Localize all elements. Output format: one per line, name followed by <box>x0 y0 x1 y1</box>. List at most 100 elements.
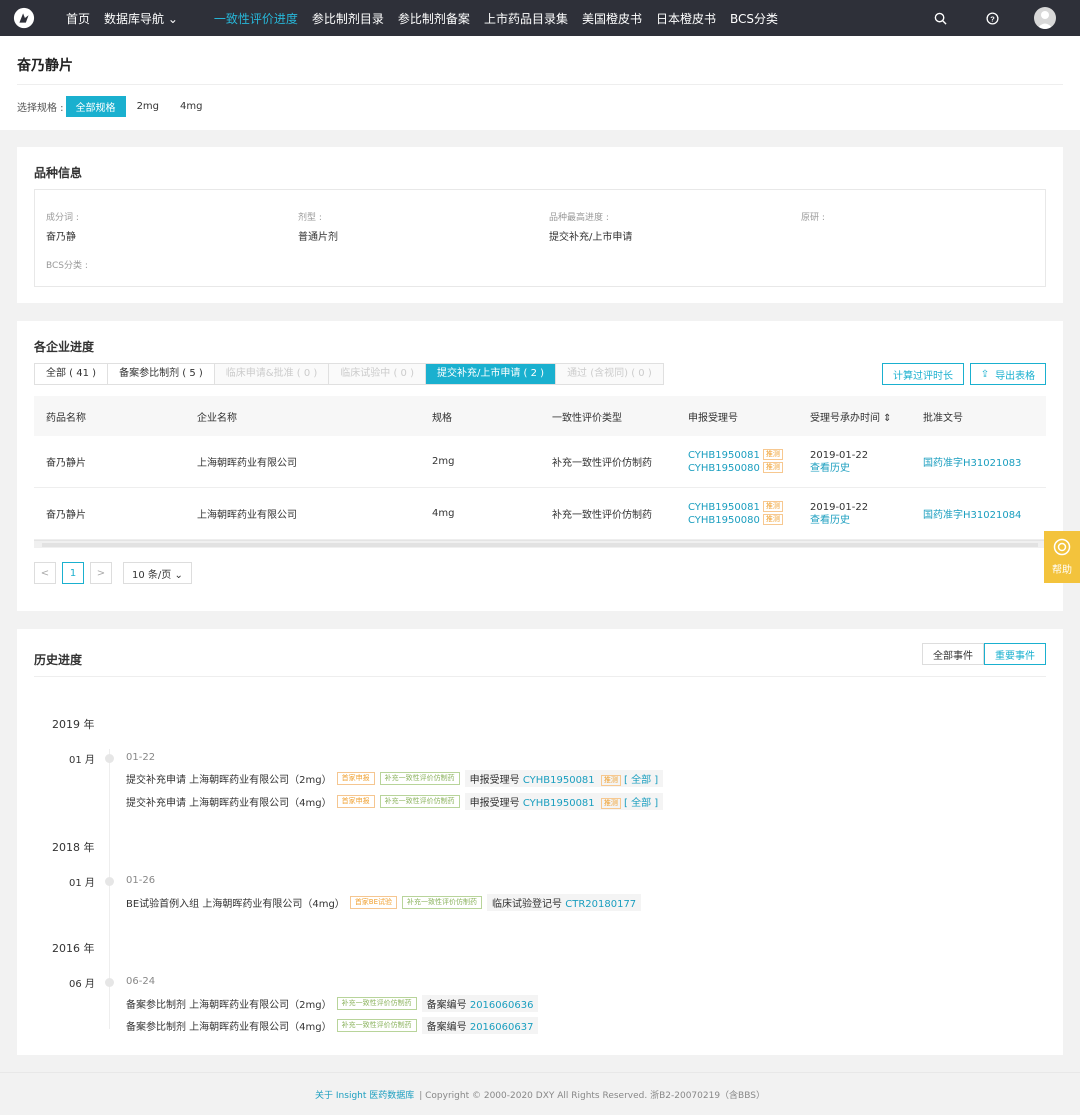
tab-all[interactable]: 全部 ( 41 ) <box>35 364 109 384</box>
view-history-link[interactable]: 查看历史 <box>810 462 868 475</box>
nav-database-menu[interactable]: 数据库导航 ⌄ <box>104 10 178 27</box>
nav-listed-drugs[interactable]: 上市药品目录集 <box>484 10 568 27</box>
nav-bcs[interactable]: BCS分类 <box>730 10 778 27</box>
cell-company: 上海朝晖药业有限公司 <box>197 510 297 521</box>
cell-accept-date: 2019-01-22 查看历史 <box>810 501 868 527</box>
tab-passed[interactable]: 通过 (含视同) ( 0 ) <box>556 364 663 384</box>
variety-info-panel: 品种信息 成分词 : 奋乃静 剂型 : 普通片剂 品种最高进度 : 提交补充/上… <box>17 147 1063 303</box>
page-1-button[interactable]: 1 <box>62 562 84 584</box>
nav-reference-catalog[interactable]: 参比制剂目录 <box>312 10 384 27</box>
page-title: 奋乃静片 <box>17 58 73 74</box>
nav-home[interactable]: 首页 <box>66 10 90 27</box>
field-value: 提交补充/上市申请 <box>549 232 633 243</box>
enterprise-progress-panel: 各企业进度 全部 ( 41 ) 备案参比制剂 ( 5 ) 临床申请&批准 ( 0… <box>17 321 1063 611</box>
cell-drug-name: 奋乃静片 <box>46 510 86 521</box>
calc-duration-button[interactable]: 计算过评时长 <box>882 363 964 385</box>
acceptance-link[interactable]: CYHB1950080 <box>688 515 760 526</box>
view-history-link[interactable]: 查看历史 <box>810 514 868 527</box>
important-events-button[interactable]: 重要事件 <box>984 643 1046 665</box>
tab-clinical-application[interactable]: 临床申请&批准 ( 0 ) <box>214 364 330 384</box>
spec-option-4mg[interactable]: 4mg <box>170 98 212 115</box>
event-date: 06-24 <box>126 976 156 987</box>
search-icon[interactable] <box>932 10 948 26</box>
tab-submitted[interactable]: 提交补充/上市申请 ( 2 ) <box>425 364 557 384</box>
section-title: 历史进度 <box>34 653 83 667</box>
horizontal-scrollbar[interactable] <box>34 540 1046 548</box>
help-circle-icon[interactable]: ? <box>984 10 1000 26</box>
approval-number-link[interactable]: 国药准字H31021083 <box>923 454 1021 469</box>
help-label: 帮助 <box>1052 565 1072 576</box>
pagination: < 1 > 10 条/页 ⌄ <box>34 562 192 584</box>
event-text: 备案参比制剂 上海朝晖药业有限公司（4mg） <box>126 1022 332 1033</box>
nav-consistency-progress[interactable]: 一致性评价进度 <box>214 10 298 27</box>
export-table-button[interactable]: ⇪ 导出表格 <box>970 363 1046 385</box>
cell-spec: 2mg <box>432 456 455 467</box>
table-row: 奋乃静片 上海朝晖药业有限公司 2mg 补充一致性评价仿制药 CYHB19500… <box>34 436 1046 488</box>
all-link[interactable]: [ 全部 ] <box>624 775 658 786</box>
timeline-line <box>109 749 110 1029</box>
about-link[interactable]: 关于 Insight 医药数据库 <box>315 1088 414 1101</box>
acceptance-link[interactable]: CYHB1950080 <box>688 463 760 474</box>
next-page-button[interactable]: > <box>90 562 112 584</box>
event-ref: 申报受理号 CYHB1950081 推测 [ 全部 ] <box>464 793 664 810</box>
ref-link[interactable]: 2016060636 <box>470 1000 534 1011</box>
top-nav-bar: 首页 数据库导航 ⌄ 一致性评价进度 参比制剂目录 参比制剂备案 上市药品目录集… <box>0 0 1080 36</box>
cell-drug-name: 奋乃静片 <box>46 458 86 469</box>
nav-us-orange-book[interactable]: 美国橙皮书 <box>582 10 642 27</box>
timeline-dot <box>105 877 114 886</box>
logo-icon[interactable] <box>6 0 42 36</box>
timeline-year: 2018 年 <box>52 841 95 854</box>
eval-type-tag: 补充一致性评价仿制药 <box>379 772 460 785</box>
avatar[interactable] <box>1034 7 1056 29</box>
accept-date: 2019-01-22 <box>810 501 869 513</box>
section-title: 各企业进度 <box>34 340 95 354</box>
nav-reference-filing[interactable]: 参比制剂备案 <box>398 10 470 27</box>
col-approval-no: 批准文号 <box>923 412 963 424</box>
history-event: 备案参比制剂 上海朝晖药业有限公司（4mg） 补充一致性评价仿制药 备案编号 2… <box>126 1017 539 1034</box>
ref-link[interactable]: CYHB1950081 <box>523 798 595 809</box>
cell-spec: 4mg <box>432 508 455 519</box>
history-event: 备案参比制剂 上海朝晖药业有限公司（2mg） 补充一致性评价仿制药 备案编号 2… <box>126 995 539 1012</box>
spec-option-all[interactable]: 全部规格 <box>65 96 126 117</box>
divider <box>17 84 1063 85</box>
cell-eval-type: 补充一致性评价仿制药 <box>552 458 652 469</box>
spec-option-2mg[interactable]: 2mg <box>127 98 169 115</box>
help-icon <box>1053 538 1071 559</box>
nav-jp-orange-book[interactable]: 日本橙皮书 <box>656 10 716 27</box>
approval-number-link[interactable]: 国药准字H31021084 <box>923 506 1021 521</box>
help-widget[interactable]: 帮助 <box>1044 531 1080 583</box>
info-highest-progress: 品种最高进度 : 提交补充/上市申请 <box>549 210 632 243</box>
col-accept-date[interactable]: 受理号承办时间 ⇕ <box>810 409 892 424</box>
ref-link[interactable]: CTR20180177 <box>565 899 636 910</box>
tab-reference-filed[interactable]: 备案参比制剂 ( 5 ) <box>108 364 215 384</box>
speculated-tag: 推测 <box>762 462 783 473</box>
all-link[interactable]: [ 全部 ] <box>624 798 658 809</box>
timeline-month: 01 月 <box>69 878 95 889</box>
all-events-button[interactable]: 全部事件 <box>922 643 984 665</box>
col-eval-type: 一致性评价类型 <box>552 412 622 424</box>
ref-label: 临床试验登记号 <box>492 899 563 910</box>
ref-link[interactable]: 2016060637 <box>470 1022 534 1033</box>
footer: 关于 Insight 医药数据库 | Copyright © 2000-2020… <box>0 1072 1080 1115</box>
info-originator: 原研 : <box>801 210 825 228</box>
history-event: 提交补充申请 上海朝晖药业有限公司（2mg） 首家申报 补充一致性评价仿制药 申… <box>126 770 664 787</box>
acceptance-link[interactable]: CYHB1950081 <box>688 450 760 461</box>
speculated-tag: 推测 <box>762 449 783 460</box>
cell-accept-date: 2019-01-22 查看历史 <box>810 449 868 475</box>
copyright-text: | Copyright © 2000-2020 DXY All Rights R… <box>419 1090 765 1101</box>
ref-link[interactable]: CYHB1950081 <box>523 775 595 786</box>
scrollbar-thumb[interactable] <box>42 543 1038 547</box>
page-size-select[interactable]: 10 条/页 ⌄ <box>123 562 192 584</box>
cell-company: 上海朝晖药业有限公司 <box>197 458 297 469</box>
tab-clinical-trial[interactable]: 临床试验中 ( 0 ) <box>329 364 426 384</box>
divider <box>34 676 1046 677</box>
field-label: BCS分类 : <box>46 261 88 271</box>
svg-text:?: ? <box>990 14 995 23</box>
ref-label: 申报受理号 <box>469 798 520 809</box>
timeline-month: 01 月 <box>69 755 95 766</box>
ref-label: 申报受理号 <box>469 775 520 786</box>
event-date: 01-26 <box>126 875 156 886</box>
acceptance-link[interactable]: CYHB1950081 <box>688 502 760 513</box>
prev-page-button[interactable]: < <box>34 562 56 584</box>
status-filter-tabs: 全部 ( 41 ) 备案参比制剂 ( 5 ) 临床申请&批准 ( 0 ) 临床试… <box>34 363 664 385</box>
